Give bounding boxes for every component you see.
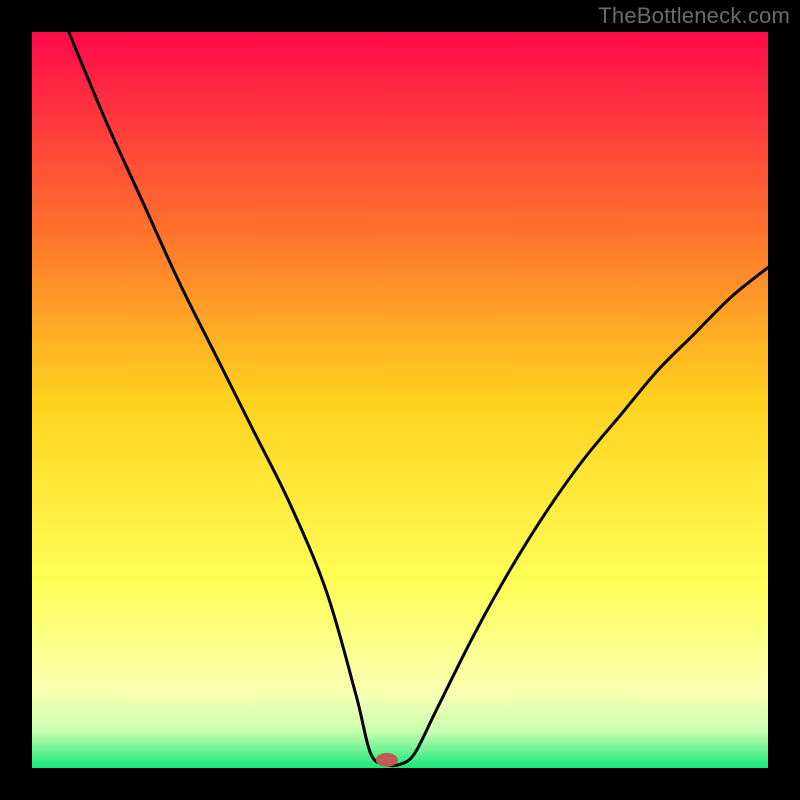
chart-frame: TheBottleneck.com (0, 0, 800, 800)
watermark-text: TheBottleneck.com (598, 3, 790, 29)
target-marker (376, 753, 398, 767)
bottleneck-chart (0, 0, 800, 800)
plot-background (32, 32, 768, 768)
